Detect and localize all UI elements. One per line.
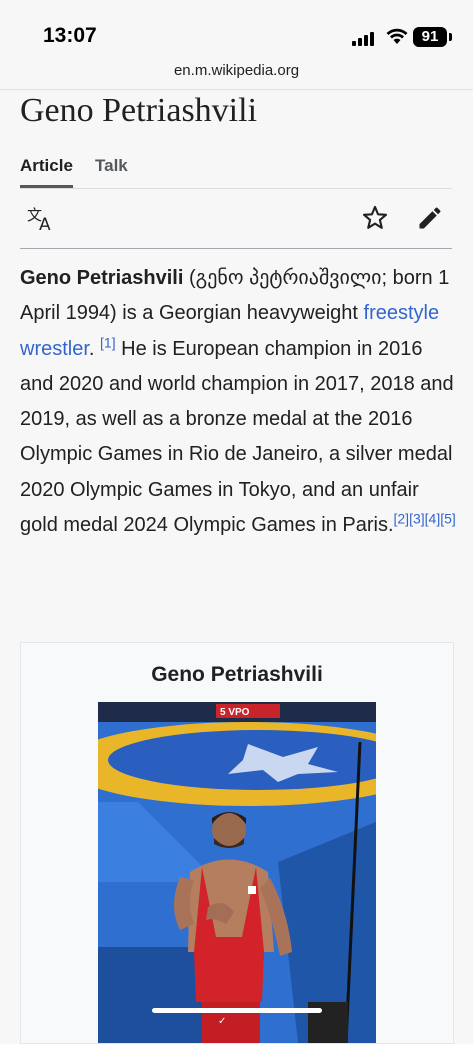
svg-text:✓: ✓ [218,1016,226,1027]
reference-1-link[interactable]: [1] [100,334,116,350]
battery-tip [449,33,452,41]
article-punct: . [88,337,101,360]
page-title: Geno Petriashvili [20,92,258,129]
language-icon[interactable]: 文 A [26,204,56,232]
watch-star-icon[interactable] [361,204,389,232]
home-indicator[interactable] [152,1008,322,1013]
infobox: Geno Petriashvili 5 VPO ✓ [20,642,454,1044]
article-lead-paragraph: Geno Petriashvili (გენო პეტრიაშვილი; bor… [20,261,460,543]
article-subject-name: Geno Petriashvili [20,267,184,289]
page-actions-toolbar: 文 A [20,190,452,249]
address-bar[interactable]: en.m.wikipedia.org [0,58,473,90]
tab-talk[interactable]: Talk [95,156,128,176]
infobox-title: Geno Petriashvili [151,663,323,686]
reference-5-link[interactable]: [5] [440,510,456,526]
cellular-signal-icon [352,30,378,46]
wrestler-photo[interactable]: 5 VPO ✓ [98,702,376,1043]
scoreboard-text: 5 VPO [220,707,250,718]
battery-icon: 91 [413,27,447,47]
reference-2-link[interactable]: [2] [394,510,410,526]
article-body-text: He is European champion in 2016 and 2020… [20,337,454,537]
tab-article[interactable]: Article [20,156,73,188]
url-text[interactable]: en.m.wikipedia.org [0,62,473,79]
reference-4-link[interactable]: [4] [425,510,441,526]
svg-text:A: A [39,215,51,232]
status-time: 13:07 [43,24,97,47]
status-bar: 13:07 91 [0,0,473,58]
wifi-icon [386,28,408,44]
reference-3-link[interactable]: [3] [409,510,425,526]
edit-pencil-icon[interactable] [416,204,444,232]
page-tabs: Article Talk [20,154,452,189]
